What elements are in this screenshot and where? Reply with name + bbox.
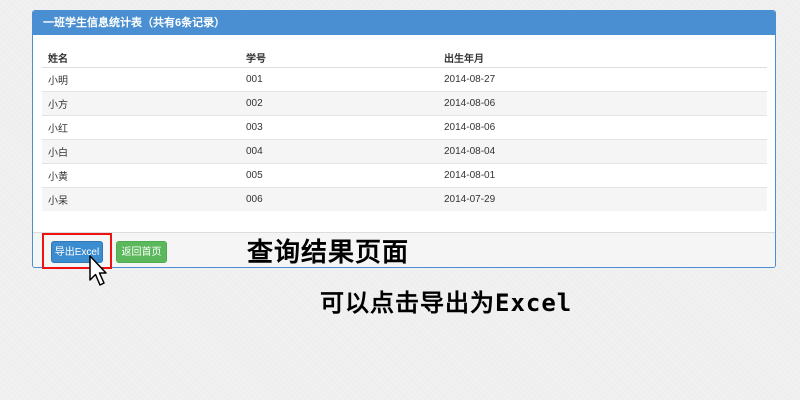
table-row: 小呆 006 2014-07-29 [42, 187, 767, 211]
cell-name: 小呆 [42, 187, 240, 211]
cell-birth-date: 2014-08-27 [438, 67, 767, 92]
student-info-panel: 一班学生信息统计表（共有6条记录） 姓名 学号 出生年月 小明 001 2014… [32, 10, 776, 268]
panel-title: 一班学生信息统计表（共有6条记录） [33, 11, 775, 35]
back-home-button[interactable]: 返回首页 [116, 241, 167, 263]
cell-student-id: 003 [240, 115, 438, 140]
cell-birth-date: 2014-08-01 [438, 163, 767, 188]
student-table-container: 姓名 学号 出生年月 小明 001 2014-08-27 小方 002 2014… [42, 47, 767, 211]
cell-student-id: 002 [240, 91, 438, 116]
cell-name: 小黄 [42, 163, 240, 188]
mouse-pointer-icon [89, 255, 107, 286]
header-student-id: 学号 [240, 47, 438, 68]
table-row: 小白 004 2014-08-04 [42, 139, 767, 164]
cell-name: 小明 [42, 67, 240, 92]
table-row: 小明 001 2014-08-27 [42, 67, 767, 92]
table-row: 小方 002 2014-08-06 [42, 91, 767, 116]
table-header-row: 姓名 学号 出生年月 [42, 47, 767, 68]
student-table: 姓名 学号 出生年月 小明 001 2014-08-27 小方 002 2014… [42, 47, 767, 211]
table-row: 小黄 005 2014-08-01 [42, 163, 767, 188]
cell-student-id: 006 [240, 187, 438, 211]
cell-name: 小方 [42, 91, 240, 116]
cell-student-id: 001 [240, 67, 438, 92]
header-name: 姓名 [42, 47, 240, 68]
annotation-line-2: 可以点击导出为Excel [320, 289, 573, 317]
cell-birth-date: 2014-08-04 [438, 139, 767, 164]
cell-birth-date: 2014-07-29 [438, 187, 767, 211]
cell-name: 小白 [42, 139, 240, 164]
annotation-line-1: 查询结果页面 [247, 238, 410, 268]
cell-student-id: 004 [240, 139, 438, 164]
cell-birth-date: 2014-08-06 [438, 91, 767, 116]
cell-name: 小红 [42, 115, 240, 140]
cell-birth-date: 2014-08-06 [438, 115, 767, 140]
header-birth-date: 出生年月 [438, 47, 767, 68]
cell-student-id: 005 [240, 163, 438, 188]
table-row: 小红 003 2014-08-06 [42, 115, 767, 140]
